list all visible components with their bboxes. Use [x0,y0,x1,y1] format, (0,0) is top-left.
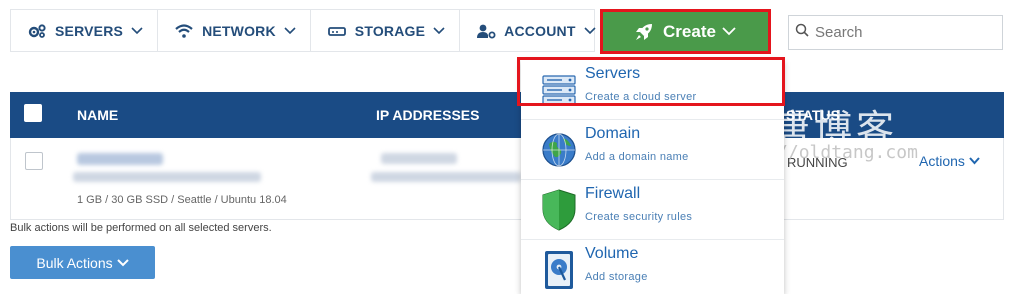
row-checkbox[interactable] [25,152,43,170]
nav-storage-label: STORAGE [354,22,426,39]
chevron-down-icon [131,26,143,35]
create-label: Create [663,21,716,41]
nav-servers-label: SERVERS [55,22,124,39]
menu-item-volume-subtitle: Add storage [585,271,648,283]
menu-item-firewall-subtitle: Create security rules [585,211,693,223]
top-nav: SERVERS NETWORK STORAGE ACCOUNT [10,9,596,52]
chevron-down-icon [969,157,980,165]
globe-icon [541,128,577,172]
server-spec: 1 GB / 30 GB SSD / Seattle / Ubuntu 18.0… [77,194,287,206]
nav-storage[interactable]: STORAGE [311,10,461,51]
row-actions-button[interactable]: Actions [919,153,980,169]
bulk-actions-note: Bulk actions will be performed on all se… [10,222,272,234]
nav-account-label: ACCOUNT [504,22,576,39]
ipv6-address-redacted [371,172,521,182]
menu-item-domain-title: Domain [585,125,641,142]
ip-address-redacted [381,153,457,164]
chevron-down-icon [284,26,296,35]
wifi-icon [174,23,194,39]
chevron-down-icon [722,27,736,36]
chevron-down-icon [116,258,129,267]
server-hostname-redacted [73,172,261,182]
menu-item-volume[interactable]: Volume Add storage [521,240,784,294]
search-input[interactable] [815,24,995,41]
user-cog-icon [476,23,496,39]
menu-item-firewall[interactable]: Firewall Create security rules [521,180,784,240]
rocket-icon [635,23,653,41]
menu-item-firewall-title: Firewall [585,185,641,202]
hard-drive-icon [327,23,347,39]
column-header-ip[interactable]: IP ADDRESSES [376,107,479,123]
menu-item-volume-title: Volume [585,245,639,262]
volume-icon [541,248,577,292]
nav-servers[interactable]: SERVERS [11,10,159,51]
chevron-down-icon [433,26,445,35]
bulk-actions-label: Bulk Actions [36,254,113,271]
select-all-checkbox[interactable] [24,104,42,122]
chevron-down-icon [584,26,596,35]
row-actions-label: Actions [919,153,965,169]
menu-item-domain-subtitle: Add a domain name [585,151,689,163]
servers-highlight-box [517,57,785,106]
cogs-icon [27,23,47,39]
nav-network-label: NETWORK [202,22,276,39]
nav-account[interactable]: ACCOUNT [460,10,609,51]
column-header-name[interactable]: NAME [77,107,118,123]
nav-network[interactable]: NETWORK [158,10,311,51]
menu-item-domain[interactable]: Domain Add a domain name [521,120,784,180]
search-icon [795,23,809,42]
bulk-actions-button[interactable]: Bulk Actions [10,246,155,279]
shield-icon [541,188,577,232]
server-name-redacted[interactable] [77,153,163,165]
search-box [788,15,1003,50]
create-button[interactable]: Create [603,12,768,51]
